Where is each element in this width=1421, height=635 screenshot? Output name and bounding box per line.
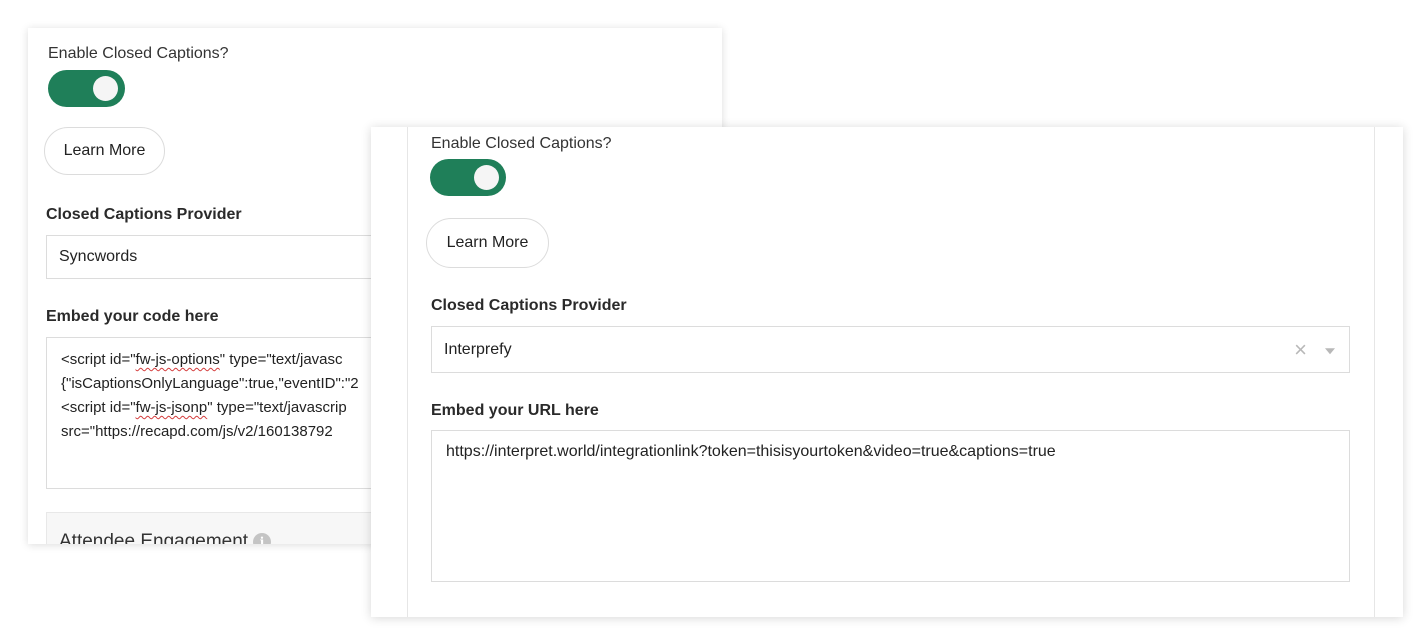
panel-divider-right	[1374, 127, 1375, 617]
section-title: Attendee Engagement	[59, 531, 249, 544]
info-icon[interactable]: i	[253, 533, 271, 544]
captions-provider-value: Syncwords	[59, 248, 138, 265]
toggle-knob	[93, 76, 118, 101]
embed-url-value: https://interpret.world/integrationlink?…	[446, 443, 1056, 460]
clear-icon[interactable]: ×	[1294, 338, 1307, 361]
captions-provider-value: Interprefy	[444, 340, 512, 358]
embed-url-textarea[interactable]: https://interpret.world/integrationlink?…	[431, 430, 1350, 582]
captions-provider-select[interactable]: Interprefy ×	[431, 326, 1350, 373]
toggle-knob	[474, 165, 499, 190]
embed-code-label: Embed your code here	[46, 308, 219, 325]
captions-provider-label: Closed Captions Provider	[431, 297, 627, 314]
enable-captions-toggle[interactable]	[430, 159, 506, 196]
chevron-down-icon[interactable]	[1325, 347, 1335, 354]
enable-captions-toggle[interactable]	[48, 70, 125, 107]
learn-more-button[interactable]: Learn More	[426, 218, 549, 268]
embed-url-label: Embed your URL here	[431, 402, 599, 419]
panel-divider-left	[407, 127, 408, 617]
captions-provider-label: Closed Captions Provider	[46, 206, 242, 223]
enable-captions-label: Enable Closed Captions?	[431, 135, 612, 152]
front-settings-panel: Enable Closed Captions? Learn More Close…	[371, 127, 1403, 617]
learn-more-button[interactable]: Learn More	[44, 127, 165, 175]
enable-captions-label: Enable Closed Captions?	[48, 45, 229, 62]
